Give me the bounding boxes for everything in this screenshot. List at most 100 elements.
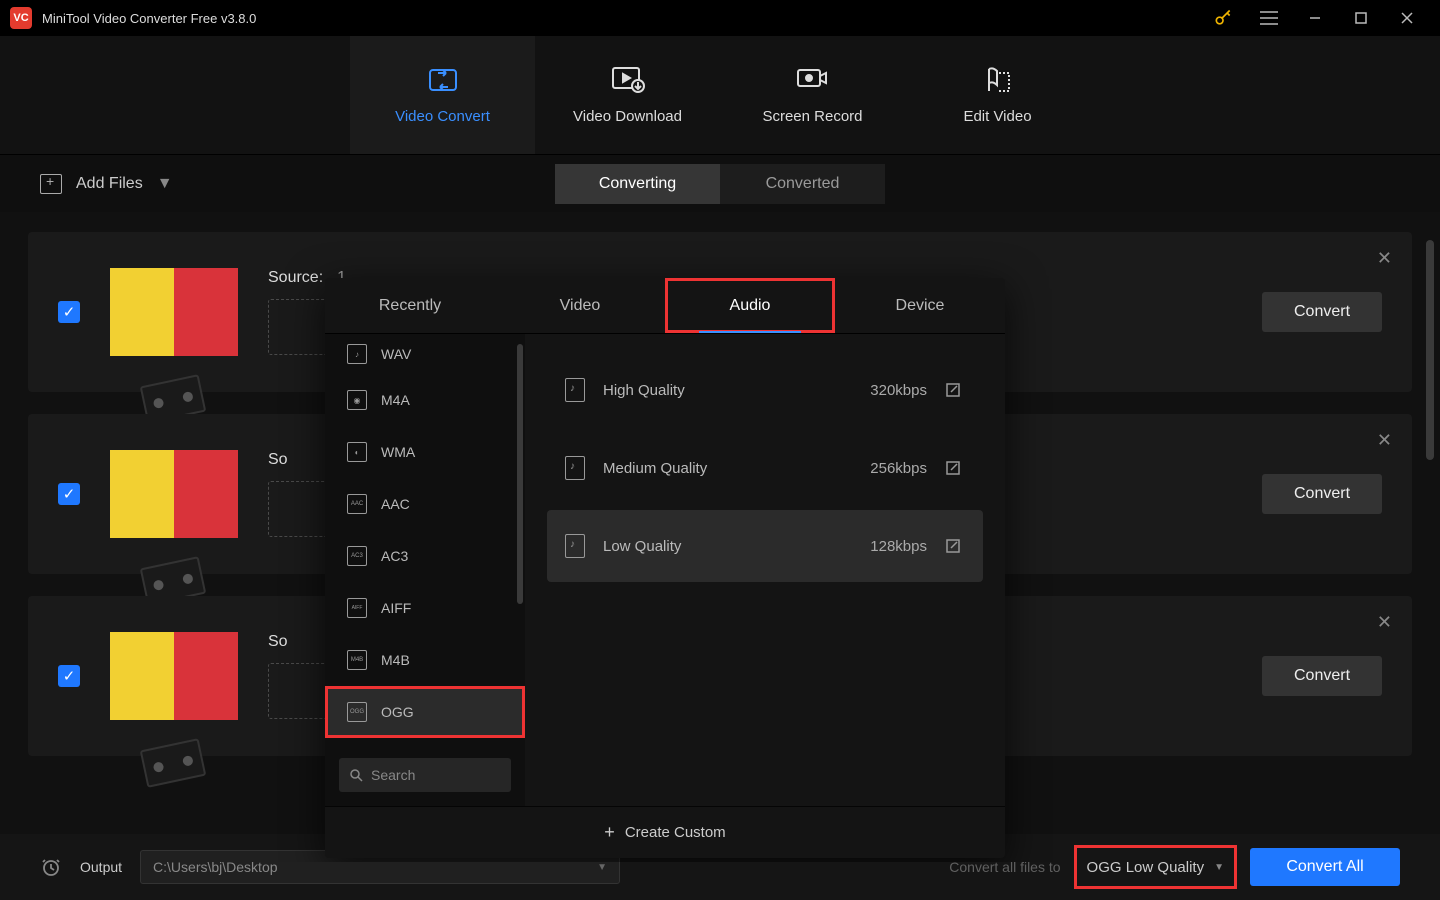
chevron-down-icon: ▼ bbox=[1214, 862, 1224, 873]
target-format-dropdown[interactable]: OGG Low Quality ▼ bbox=[1079, 850, 1232, 884]
format-scrollbar[interactable] bbox=[517, 344, 523, 604]
plus-icon: + bbox=[604, 822, 615, 843]
tab-video-download-label: Video Download bbox=[573, 108, 682, 125]
quality-name: Medium Quality bbox=[603, 460, 819, 477]
tab-edit-video[interactable]: Edit Video bbox=[905, 36, 1090, 154]
content-area: ✓ Source: 1 Target: 1 Convert ✕ bbox=[0, 212, 1440, 862]
source-label: So bbox=[268, 633, 288, 651]
file-audio-icon bbox=[565, 456, 585, 480]
maximize-button[interactable] bbox=[1338, 0, 1384, 36]
tab-edit-video-label: Edit Video bbox=[963, 108, 1031, 125]
minimize-button[interactable] bbox=[1292, 0, 1338, 36]
key-icon[interactable] bbox=[1200, 0, 1246, 36]
output-path-value: C:\Users\bj\Desktop bbox=[153, 859, 277, 875]
file-audio-icon: AIFF bbox=[347, 598, 367, 618]
tab-screen-record[interactable]: Screen Record bbox=[720, 36, 905, 154]
file-audio-icon bbox=[565, 534, 585, 558]
file-audio-icon: AAC bbox=[347, 494, 367, 514]
format-list: ♪WAV ◉M4A ◐WMA AACAAC AC3AC3 AIFFAIFF M4… bbox=[325, 334, 525, 806]
remove-file-icon[interactable]: ✕ bbox=[1377, 430, 1392, 451]
format-m4b[interactable]: M4BM4B bbox=[325, 634, 525, 686]
edit-quality-icon[interactable] bbox=[945, 460, 965, 476]
file-audio-icon: M4B bbox=[347, 650, 367, 670]
remove-file-icon[interactable]: ✕ bbox=[1377, 612, 1392, 633]
source-label: So bbox=[268, 451, 288, 469]
title-bar: VC MiniTool Video Converter Free v3.8.0 bbox=[0, 0, 1440, 36]
video-download-icon bbox=[611, 66, 645, 94]
quality-medium[interactable]: Medium Quality 256kbps bbox=[547, 432, 983, 504]
chevron-down-icon: ▼ bbox=[157, 175, 173, 193]
tab-converting[interactable]: Converting bbox=[555, 164, 720, 204]
file-audio-icon: ◐ bbox=[347, 442, 367, 462]
menu-icon[interactable] bbox=[1246, 0, 1292, 36]
quality-bitrate: 128kbps bbox=[837, 538, 927, 555]
convert-button[interactable]: Convert bbox=[1262, 656, 1382, 696]
cassette-icon bbox=[140, 738, 207, 788]
format-aac[interactable]: AACAAC bbox=[325, 478, 525, 530]
file-checkbox[interactable]: ✓ bbox=[58, 301, 80, 323]
file-audio-icon: ♪ bbox=[347, 344, 367, 364]
remove-file-icon[interactable]: ✕ bbox=[1377, 248, 1392, 269]
file-thumbnail bbox=[110, 450, 238, 538]
create-custom-label: Create Custom bbox=[625, 824, 726, 841]
add-files-button[interactable]: Add Files ▼ bbox=[40, 174, 173, 194]
convert-button[interactable]: Convert bbox=[1262, 474, 1382, 514]
file-thumbnail bbox=[110, 268, 238, 356]
format-m4a[interactable]: ◉M4A bbox=[325, 374, 525, 426]
quality-name: Low Quality bbox=[603, 538, 819, 555]
quality-name: High Quality bbox=[603, 382, 819, 399]
chevron-down-icon: ▼ bbox=[597, 862, 607, 873]
file-audio-icon bbox=[565, 378, 585, 402]
tab-video-download[interactable]: Video Download bbox=[535, 36, 720, 154]
popup-tab-recently[interactable]: Recently bbox=[325, 278, 495, 333]
format-ac3[interactable]: AC3AC3 bbox=[325, 530, 525, 582]
tab-video-convert[interactable]: Video Convert bbox=[350, 36, 535, 154]
source-label: Source: bbox=[268, 269, 323, 287]
target-format-value: OGG Low Quality bbox=[1087, 859, 1205, 876]
file-audio-icon: ◉ bbox=[347, 390, 367, 410]
app-logo-icon: VC bbox=[10, 7, 32, 29]
quality-bitrate: 256kbps bbox=[837, 460, 927, 477]
search-placeholder: Search bbox=[371, 767, 415, 783]
tab-screen-record-label: Screen Record bbox=[762, 108, 862, 125]
edit-quality-icon[interactable] bbox=[945, 382, 965, 398]
format-wma[interactable]: ◐WMA bbox=[325, 426, 525, 478]
popup-tab-device[interactable]: Device bbox=[835, 278, 1005, 333]
format-search[interactable]: Search bbox=[339, 758, 511, 792]
quality-bitrate: 320kbps bbox=[837, 382, 927, 399]
convert-all-button[interactable]: Convert All bbox=[1250, 848, 1400, 886]
convert-all-to-label: Convert all files to bbox=[949, 859, 1060, 875]
edit-quality-icon[interactable] bbox=[945, 538, 965, 554]
format-popup: Recently Video Audio Device ♪WAV ◉M4A ◐W… bbox=[325, 278, 1005, 858]
file-checkbox[interactable]: ✓ bbox=[58, 483, 80, 505]
tab-converted[interactable]: Converted bbox=[720, 164, 885, 204]
app-title: MiniTool Video Converter Free v3.8.0 bbox=[42, 11, 256, 26]
popup-tabs: Recently Video Audio Device bbox=[325, 278, 1005, 334]
create-custom-button[interactable]: + Create Custom bbox=[325, 806, 1005, 858]
video-convert-icon bbox=[426, 66, 460, 94]
toolbar: Add Files ▼ Converting Converted bbox=[0, 154, 1440, 212]
file-audio-icon: AC3 bbox=[347, 546, 367, 566]
edit-video-icon bbox=[981, 66, 1015, 94]
format-wav[interactable]: ♪WAV bbox=[325, 334, 525, 374]
close-button[interactable] bbox=[1384, 0, 1430, 36]
popup-tab-audio[interactable]: Audio bbox=[665, 278, 835, 333]
scrollbar[interactable] bbox=[1426, 240, 1434, 460]
convert-button[interactable]: Convert bbox=[1262, 292, 1382, 332]
screen-record-icon bbox=[796, 66, 830, 94]
format-ogg[interactable]: OGGOGG bbox=[325, 686, 525, 738]
tab-video-convert-label: Video Convert bbox=[395, 108, 490, 125]
main-tabs: Video Convert Video Download Screen Reco… bbox=[0, 36, 1440, 154]
quality-high[interactable]: High Quality 320kbps bbox=[547, 354, 983, 426]
quality-list: High Quality 320kbps Medium Quality 256k… bbox=[525, 334, 1005, 806]
popup-tab-video[interactable]: Video bbox=[495, 278, 665, 333]
schedule-icon[interactable] bbox=[40, 856, 62, 878]
file-checkbox[interactable]: ✓ bbox=[58, 665, 80, 687]
quality-low[interactable]: Low Quality 128kbps bbox=[547, 510, 983, 582]
add-files-icon bbox=[40, 174, 62, 194]
file-thumbnail bbox=[110, 632, 238, 720]
add-files-label: Add Files bbox=[76, 175, 143, 193]
search-icon bbox=[349, 768, 363, 782]
format-aiff[interactable]: AIFFAIFF bbox=[325, 582, 525, 634]
file-audio-icon: OGG bbox=[347, 702, 367, 722]
